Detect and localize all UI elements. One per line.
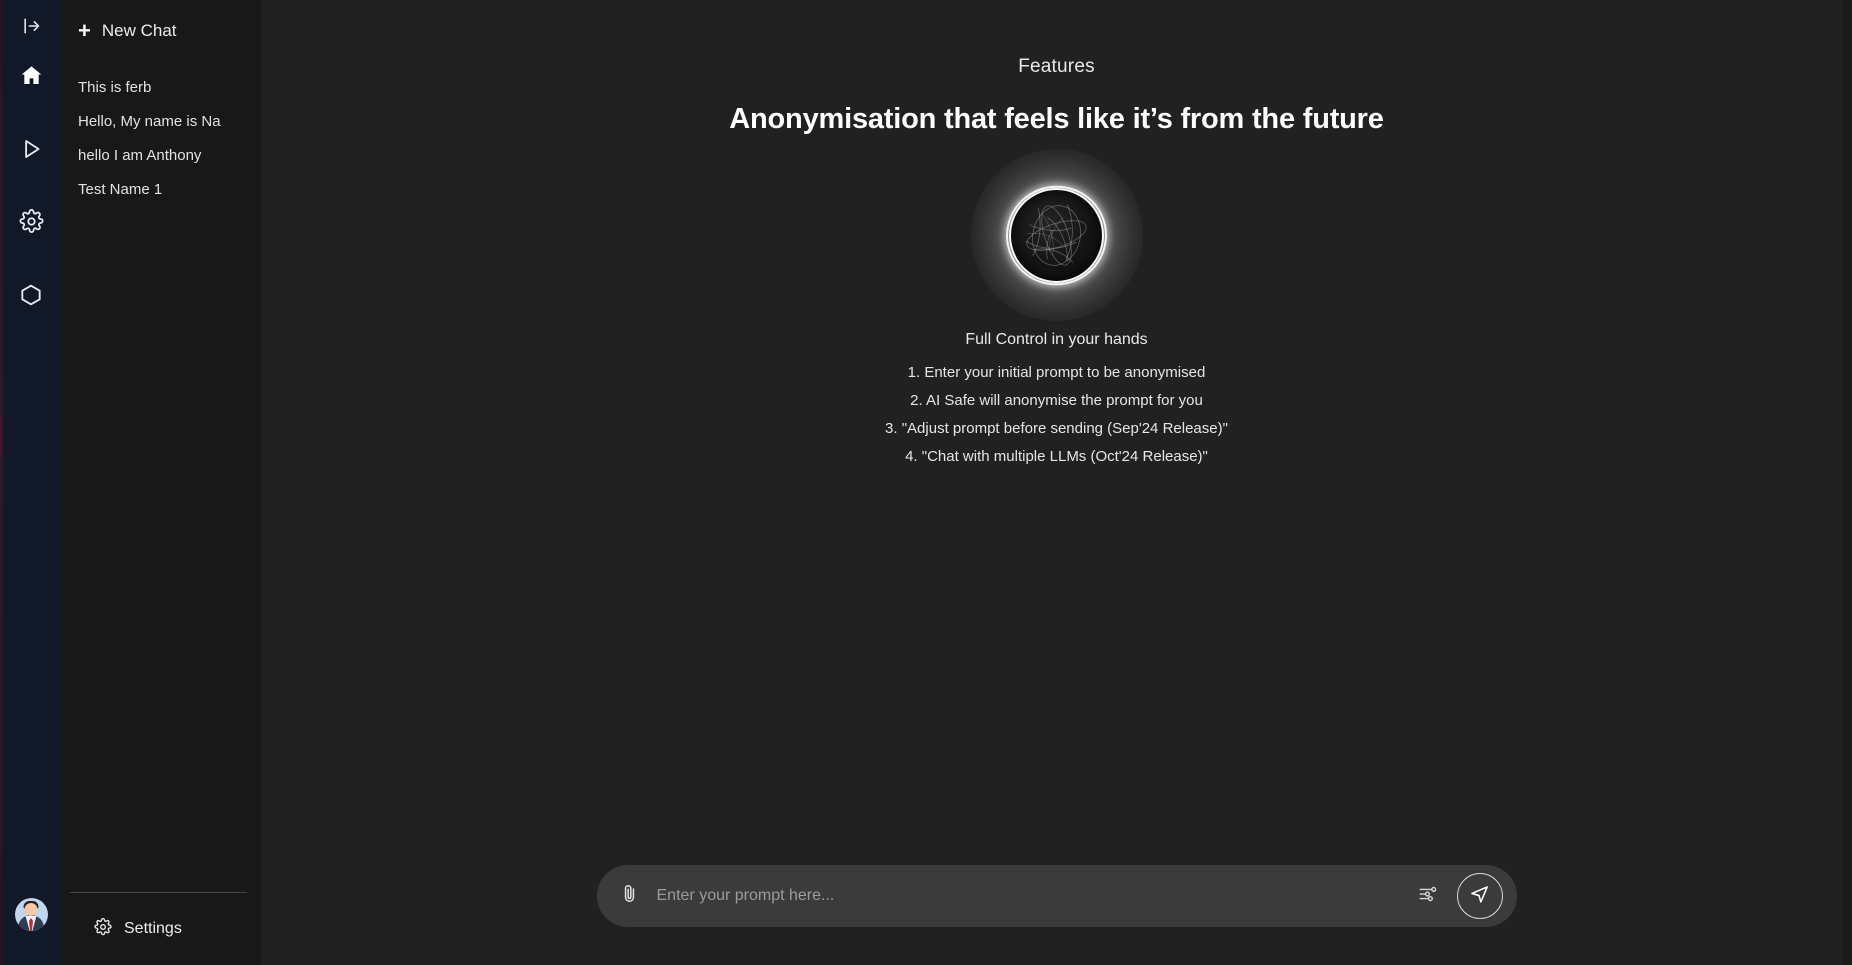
prompt-input[interactable] — [656, 876, 1401, 916]
sidebar-item-play[interactable] — [9, 131, 53, 171]
list-item[interactable]: hello I am Anthony — [78, 138, 261, 172]
feature-item: 1. Enter your initial prompt to be anony… — [907, 364, 1206, 382]
sidebar-divider — [70, 892, 247, 893]
list-item[interactable]: Hello, My name is Na — [78, 104, 261, 138]
feature-list: 1. Enter your initial prompt to be anony… — [885, 364, 1228, 466]
play-icon — [18, 136, 44, 167]
prompt-options-button[interactable] — [1413, 881, 1443, 911]
hexagon-icon — [18, 282, 44, 313]
sidebar-item-home[interactable] — [9, 58, 53, 98]
list-item[interactable]: This is ferb — [78, 70, 261, 104]
orb-wireframe-icon — [1025, 204, 1087, 266]
features-eyebrow: Features — [1018, 56, 1095, 77]
paperclip-icon — [619, 883, 640, 909]
app-root: + New Chat This is ferb Hello, My name i… — [0, 0, 1852, 965]
sub-heading: Full Control in your hands — [965, 331, 1148, 349]
list-item[interactable]: Test Name 1 — [78, 172, 261, 206]
page-title: Anonymisation that feels like it’s from … — [729, 103, 1384, 135]
avatar-container — [0, 898, 62, 931]
new-chat-label: New Chat — [101, 21, 177, 40]
attach-button[interactable] — [615, 881, 645, 911]
send-icon — [1468, 882, 1491, 910]
chat-sidebar: + New Chat This is ferb Hello, My name i… — [62, 0, 261, 965]
sidebar-footer: Settings — [62, 892, 261, 965]
prompt-bar — [596, 865, 1517, 927]
plus-icon: + — [78, 18, 91, 43]
sliders-icon — [1417, 883, 1439, 910]
settings-button[interactable]: Settings — [62, 915, 261, 943]
gear-icon — [19, 208, 44, 239]
feature-item: 3. "Adjust prompt before sending (Sep'24… — [885, 419, 1228, 437]
new-chat-button[interactable]: + New Chat — [62, 0, 261, 62]
home-icon — [19, 63, 44, 93]
avatar[interactable] — [14, 898, 48, 931]
gear-icon — [94, 917, 112, 941]
avatar-head — [24, 903, 38, 916]
sidebar-item-hexagon[interactable] — [9, 277, 53, 317]
main-content: Features Anonymisation that feels like i… — [261, 0, 1852, 965]
feature-item: 2. AI Safe will anonymise the prompt for… — [910, 392, 1203, 410]
icon-rail — [0, 0, 62, 965]
sidebar-item-settings[interactable] — [9, 204, 53, 244]
orb-sphere — [1009, 187, 1104, 283]
panel-expand-icon[interactable] — [11, 12, 51, 40]
prompt-area — [261, 865, 1852, 927]
rail-icon-group — [9, 58, 53, 317]
globe-orb-graphic — [970, 149, 1143, 322]
settings-label: Settings — [124, 920, 182, 937]
send-button[interactable] — [1456, 873, 1503, 919]
chat-history-list: This is ferb Hello, My name is Na hello … — [62, 62, 261, 206]
feature-item: 4. "Chat with multiple LLMs (Oct'24 Rele… — [905, 447, 1208, 465]
